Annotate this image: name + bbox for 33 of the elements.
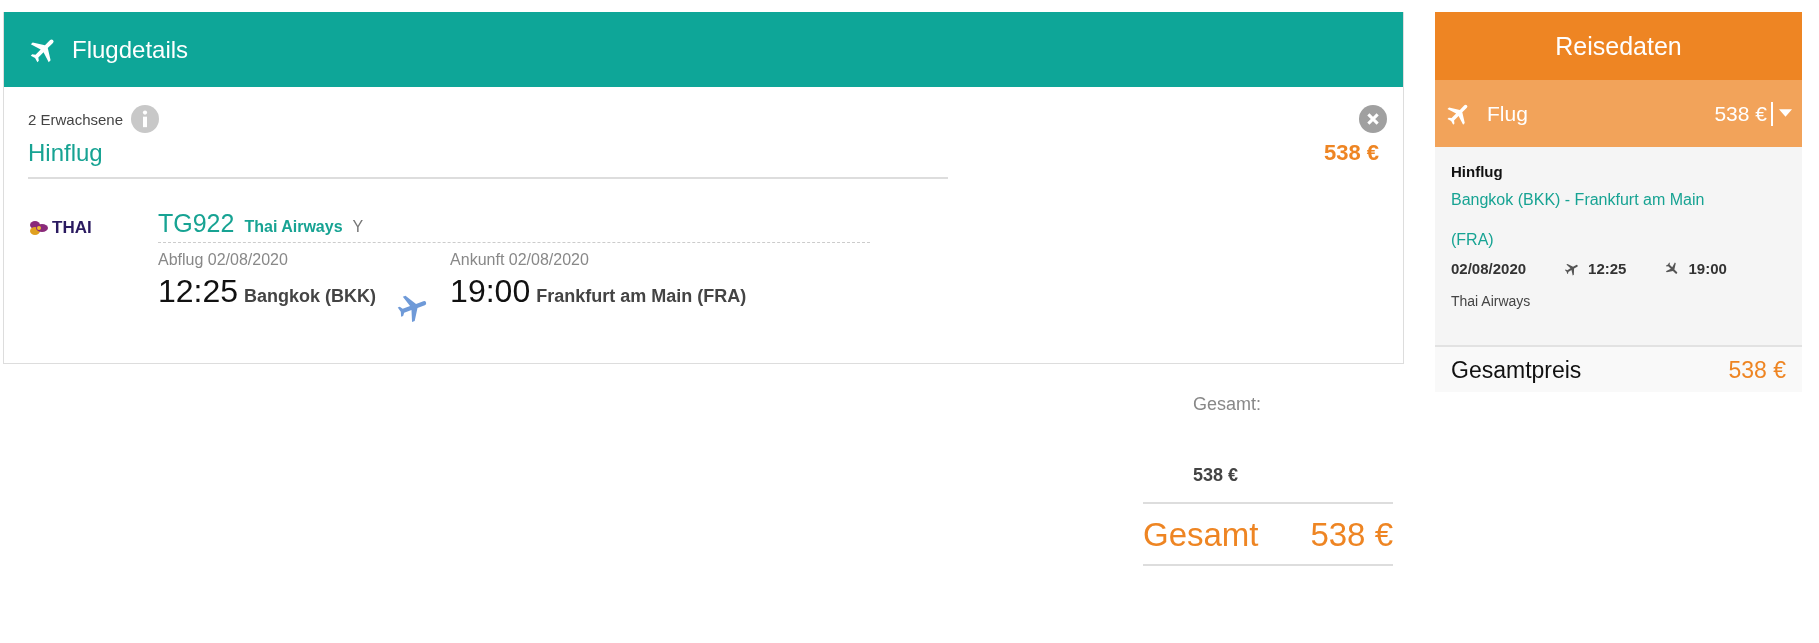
total-price: 538 €: [1728, 357, 1786, 384]
arrival-time: 19:00: [1688, 260, 1727, 277]
arrival-airport: Frankfurt am Main (FRA): [536, 286, 747, 307]
sidebar-title: Reisedaten: [1435, 12, 1802, 80]
route-text: Bangkok (BKK) - Frankfurt am Main (FRA): [1451, 190, 1706, 250]
details-title: Hinflug: [1451, 163, 1504, 180]
passenger-count: 2 Erwachsene: [28, 110, 124, 128]
caret-icon[interactable]: [1779, 109, 1792, 118]
departure-label: Abflug 02/08/2020: [158, 251, 289, 269]
grand-total-amount: 538 €: [1310, 516, 1393, 554]
cabin-class: Y: [352, 218, 364, 236]
leg-price: 538 €: [1323, 140, 1379, 166]
departure-time: 12:25: [1588, 260, 1627, 277]
leg-title: Hinflug: [28, 139, 103, 167]
airline-name: Thai Airways: [244, 218, 343, 236]
departure-airport: Bangkok (BKK): [244, 286, 377, 307]
total-label: Gesamt:: [1193, 394, 1263, 415]
section-price: 538 €: [1714, 101, 1773, 126]
close-icon[interactable]: [1359, 105, 1387, 133]
airline-logo: THAI: [28, 217, 158, 239]
grand-total-label: Gesamt: [1143, 516, 1259, 554]
total-price-label: Gesamtpreis: [1451, 357, 1582, 384]
card-title: Flugdetails: [72, 35, 189, 64]
arrival-time: 19:00: [450, 273, 531, 310]
airline-name: Thai Airways: [1451, 293, 1532, 309]
arrival-label: Ankunft 02/08/2020: [450, 251, 590, 269]
section-header[interactable]: Flug 538 €: [1435, 80, 1802, 147]
info-icon[interactable]: [131, 105, 160, 133]
total-amount: 538 €: [1193, 465, 1240, 486]
section-label: Flug: [1487, 101, 1528, 126]
flight-date: 02/08/2020: [1451, 260, 1527, 277]
departure-time: 12:25: [158, 273, 239, 310]
flight-number: TG922: [158, 209, 235, 238]
